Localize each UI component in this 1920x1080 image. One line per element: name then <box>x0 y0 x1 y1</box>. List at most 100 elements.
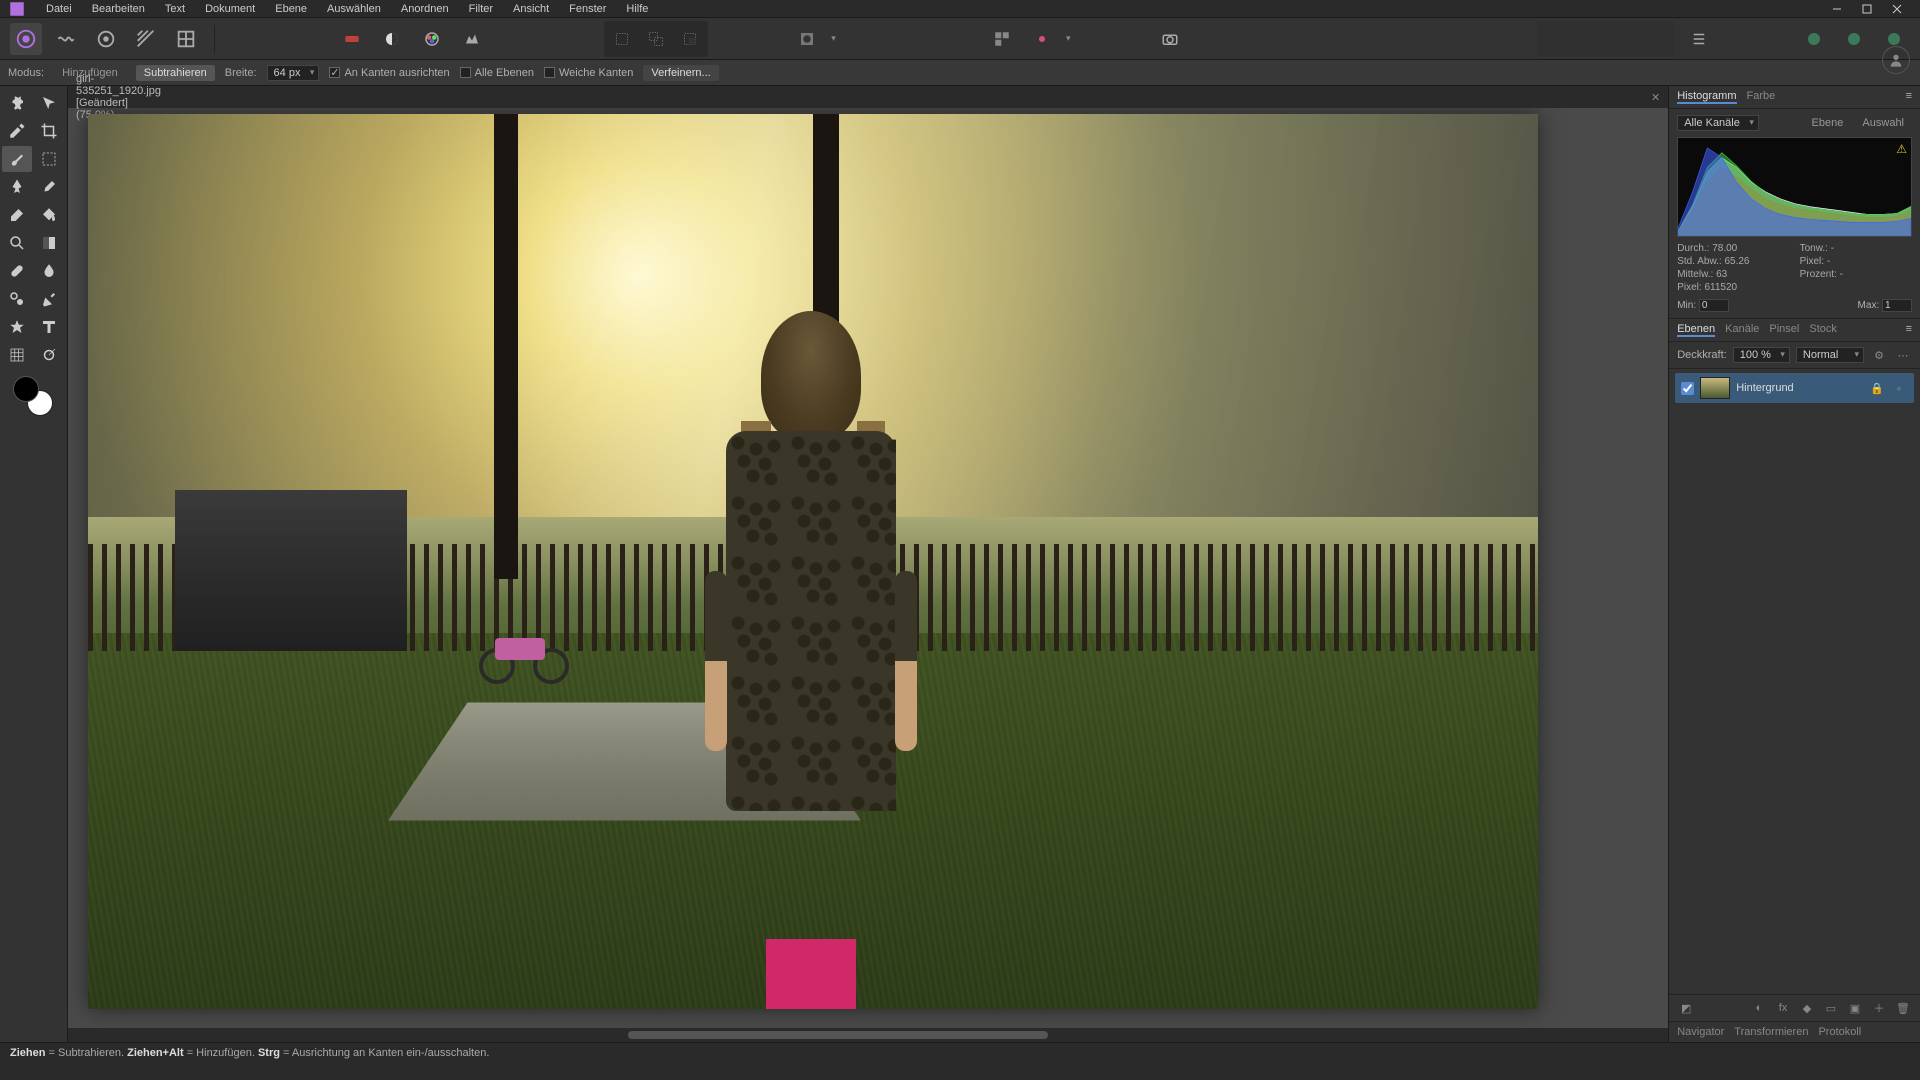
soft-edges-checkbox[interactable]: Weiche Kanten <box>544 67 633 79</box>
shape-tool-icon[interactable] <box>2 314 32 340</box>
window-minimize-button[interactable] <box>1822 1 1852 17</box>
live-filter-icon[interactable]: ◆ <box>1798 999 1816 1017</box>
quickmask-icon[interactable] <box>791 23 823 55</box>
fill-tool-icon[interactable] <box>34 202 64 228</box>
dodge-tool-icon[interactable] <box>34 342 64 368</box>
menu-text[interactable]: Text <box>155 1 195 17</box>
refine-button[interactable]: Verfeinern... <box>643 65 718 81</box>
photo-persona-icon[interactable] <box>10 23 42 55</box>
tab-transform[interactable]: Transformieren <box>1734 1026 1808 1038</box>
autocontrast-icon[interactable] <box>376 23 408 55</box>
dropdown-icon[interactable]: ▾ <box>831 33 836 44</box>
menu-ansicht[interactable]: Ansicht <box>503 1 559 17</box>
tab-stock[interactable]: Stock <box>1809 323 1837 337</box>
menu-datei[interactable]: Datei <box>36 1 82 17</box>
tab-channels[interactable]: Kanäle <box>1725 323 1759 337</box>
menu-bearbeiten[interactable]: Bearbeiten <box>82 1 155 17</box>
dropdown-icon[interactable]: ▾ <box>1066 33 1071 44</box>
window-close-button[interactable] <box>1882 1 1912 17</box>
autolevels-icon[interactable] <box>456 23 488 55</box>
align-icon[interactable] <box>1026 23 1058 55</box>
tone-mapping-persona-icon[interactable] <box>130 23 162 55</box>
group-layers-icon[interactable]: ▣ <box>1846 999 1864 1017</box>
layer-row[interactable]: Hintergrund 🔒 ∘ <box>1675 373 1914 403</box>
fx-layer-icon[interactable]: fx <box>1774 999 1792 1017</box>
layer-visibility-checkbox[interactable] <box>1681 382 1694 395</box>
mesh-tool-icon[interactable] <box>2 342 32 368</box>
tab-brushes[interactable]: Pinsel <box>1769 323 1799 337</box>
menu-fenster[interactable]: Fenster <box>559 1 616 17</box>
camera-icon[interactable] <box>1154 23 1186 55</box>
tab-navigator[interactable]: Navigator <box>1677 1026 1724 1038</box>
add-mask-icon[interactable]: ▭ <box>1822 999 1840 1017</box>
liquify-persona-icon[interactable] <box>50 23 82 55</box>
paint-brush-tool-icon[interactable] <box>34 174 64 200</box>
opacity-input[interactable]: 100 % <box>1733 347 1790 363</box>
mask-layer-icon[interactable]: ◩ <box>1677 999 1695 1017</box>
view-tool-icon[interactable] <box>2 90 32 116</box>
crop-tool-icon[interactable] <box>34 118 64 144</box>
channel-select[interactable]: Alle Kanäle <box>1677 115 1759 131</box>
canvas-area: girl-535251_1920.jpg [Geändert] (75,0%) … <box>68 86 1668 1042</box>
zoom-tool-icon[interactable] <box>2 230 32 256</box>
selection-add-icon[interactable] <box>640 23 672 55</box>
selection-new-icon[interactable] <box>606 23 638 55</box>
panel-menu-icon[interactable]: ≡ <box>1906 90 1912 104</box>
min-input[interactable] <box>1699 299 1729 312</box>
color-swatch[interactable] <box>13 376 53 416</box>
layer-settings-icon[interactable]: ⚙ <box>1870 346 1888 364</box>
width-input[interactable]: 64 px <box>267 65 320 81</box>
selection-brush-tool-icon[interactable] <box>2 146 32 172</box>
window-maximize-button[interactable] <box>1852 1 1882 17</box>
export-persona-icon[interactable] <box>170 23 202 55</box>
panel-menu-icon[interactable]: ≡ <box>1906 323 1912 337</box>
menu-dokument[interactable]: Dokument <box>195 1 265 17</box>
selection-subtract-icon[interactable] <box>674 23 706 55</box>
add-layer-icon[interactable]: ＋ <box>1870 999 1888 1017</box>
autocolor-icon[interactable] <box>336 23 368 55</box>
all-layers-checkbox[interactable]: Alle Ebenen <box>460 67 534 79</box>
healing-tool-icon[interactable] <box>2 258 32 284</box>
color-picker-tool-icon[interactable] <box>2 118 32 144</box>
develop-persona-icon[interactable] <box>90 23 122 55</box>
menu-auswaehlen[interactable]: Auswählen <box>317 1 391 17</box>
menu-anordnen[interactable]: Anordnen <box>391 1 459 17</box>
close-tab-icon[interactable]: ✕ <box>1651 91 1660 104</box>
layer-lock-icon[interactable]: 🔒 <box>1868 379 1886 397</box>
tab-layers[interactable]: Ebenen <box>1677 323 1715 337</box>
pen-tool-icon[interactable] <box>34 286 64 312</box>
menu-hilfe[interactable]: Hilfe <box>616 1 658 17</box>
erase-tool-icon[interactable] <box>2 202 32 228</box>
account-avatar-icon[interactable] <box>1882 46 1910 74</box>
flood-select-tool-icon[interactable] <box>2 174 32 200</box>
document-tab[interactable]: girl-535251_1920.jpg [Geändert] (75,0%) … <box>68 86 1668 108</box>
gradient-tool-icon[interactable] <box>34 230 64 256</box>
cloud-upload-icon[interactable] <box>1838 23 1870 55</box>
blend-mode-select[interactable]: Normal <box>1796 347 1864 363</box>
text-tool-icon[interactable] <box>34 314 64 340</box>
layer-more-icon[interactable]: ⋯ <box>1894 346 1912 364</box>
adjustment-layer-icon[interactable]: ◐ <box>1750 999 1768 1017</box>
order-icon[interactable] <box>1683 23 1715 55</box>
menu-ebene[interactable]: Ebene <box>265 1 317 17</box>
tab-history[interactable]: Protokoll <box>1818 1026 1861 1038</box>
marquee-tool-icon[interactable] <box>34 146 64 172</box>
autowb-icon[interactable] <box>416 23 448 55</box>
scope-layer-button[interactable]: Ebene <box>1804 115 1852 131</box>
move-tool-icon[interactable] <box>34 90 64 116</box>
delete-layer-icon[interactable]: 🗑 <box>1894 999 1912 1017</box>
blur-tool-icon[interactable] <box>34 258 64 284</box>
max-input[interactable] <box>1882 299 1912 312</box>
arrange-icon[interactable] <box>986 23 1018 55</box>
cloud-sync-icon[interactable] <box>1798 23 1830 55</box>
menu-filter[interactable]: Filter <box>459 1 503 17</box>
canvas[interactable] <box>68 108 1668 1028</box>
image-surface[interactable] <box>88 114 1538 1009</box>
layer-link-icon[interactable]: ∘ <box>1890 379 1908 397</box>
scope-selection-button[interactable]: Auswahl <box>1854 115 1912 131</box>
tab-histogram[interactable]: Histogramm <box>1677 90 1736 104</box>
tab-color[interactable]: Farbe <box>1747 90 1776 104</box>
snap-edges-checkbox[interactable]: ✓An Kanten ausrichten <box>329 67 449 79</box>
clone-tool-icon[interactable] <box>2 286 32 312</box>
horizontal-scrollbar[interactable] <box>68 1028 1668 1042</box>
